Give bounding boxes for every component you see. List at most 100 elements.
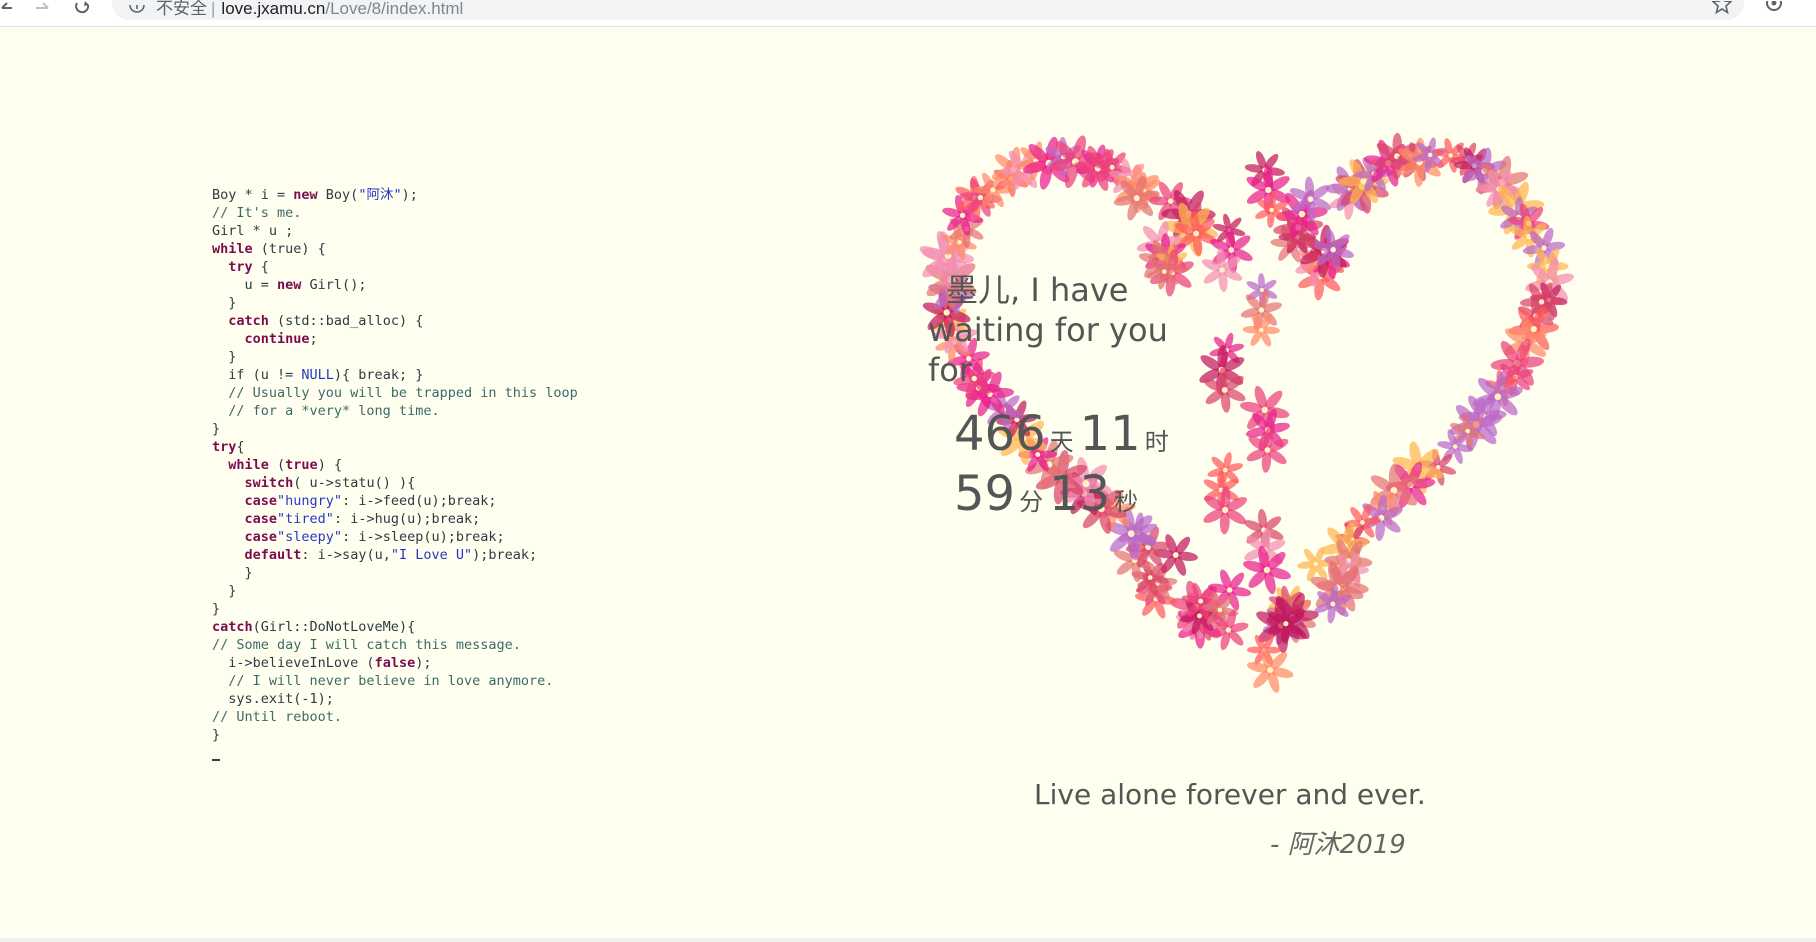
code-line: if (u != NULL){ break; } — [212, 366, 578, 384]
code-token: } — [212, 601, 221, 617]
url-host: love.jxamu.cn — [221, 0, 326, 18]
code-token: { — [252, 259, 269, 275]
code-line: Girl * u ; — [212, 222, 578, 240]
code-token: Boy * i = — [212, 187, 294, 203]
bottom-divider — [0, 938, 1816, 942]
code-line: i->believeInLove (false); — [212, 654, 578, 672]
code-token: false — [374, 655, 416, 671]
forward-icon[interactable] — [32, 0, 58, 14]
code-token: u = — [212, 277, 278, 293]
code-line: // for a *very* long time. — [212, 402, 578, 420]
code-token: catch — [228, 313, 269, 329]
code-token: sys.exit(-1); — [212, 691, 334, 707]
code-token: "阿沐" — [358, 187, 402, 203]
message-line-1: 墨儿, I have — [946, 271, 1129, 309]
code-line: // Usually you will be trapped in this l… — [212, 384, 578, 402]
code-line: } — [212, 582, 578, 600]
code-token: Girl * u ; — [212, 223, 294, 239]
code-token: "sleepy" — [277, 529, 343, 545]
code-token: ; — [309, 331, 318, 347]
reload-icon[interactable] — [72, 0, 98, 14]
code-token: { — [236, 439, 245, 455]
code-token: ( u->statu() ){ — [293, 475, 416, 491]
extension-icon[interactable] — [1764, 0, 1784, 14]
code-token: catch — [212, 619, 253, 635]
code-token: NULL — [301, 367, 334, 383]
code-line: // Until reboot. — [212, 708, 578, 726]
love-message: 墨儿, I have waiting for you for — [928, 270, 1228, 390]
code-token: } — [212, 421, 221, 437]
code-token: case — [244, 529, 278, 545]
code-line: u = new Girl(); — [212, 276, 578, 294]
code-line: while (true) { — [212, 456, 578, 474]
code-line: } — [212, 294, 578, 312]
code-token: while — [228, 457, 269, 473]
code-token: "hungry" — [277, 493, 343, 509]
code-token: Boy( — [317, 187, 359, 203]
code-token: try — [228, 259, 253, 275]
back-icon[interactable] — [0, 0, 26, 14]
code-token: ) { — [317, 457, 343, 473]
counter-row-days-hours: 466 天 11 时 — [954, 404, 1284, 464]
code-token: while — [212, 241, 253, 257]
code-token: default — [244, 547, 302, 563]
message-line-2: waiting for you — [928, 311, 1168, 349]
code-token: (std::bad_alloc) { — [268, 313, 424, 329]
code-token: ( — [268, 457, 286, 473]
code-line: default: i->say(u,"I Love U");break; — [212, 546, 578, 564]
code-token: : i->say(u, — [301, 547, 391, 563]
url-text[interactable]: 不安全 | love.jxamu.cn/Love/8/index.html — [156, 0, 463, 20]
seconds-value: 13 — [1049, 466, 1111, 522]
text-cursor — [212, 759, 220, 761]
security-label: 不安全 — [156, 0, 207, 18]
code-token: : i->hug(u);break; — [333, 511, 481, 527]
code-line: Boy * i = new Boy("阿沐"); — [212, 186, 578, 204]
code-line: continue; — [212, 330, 578, 348]
browser-toolbar: 不安全 | love.jxamu.cn/Love/8/index.html — [0, 0, 1816, 27]
info-icon[interactable] — [128, 0, 146, 18]
code-line: try{ — [212, 438, 578, 456]
code-line: // It's me. — [212, 204, 578, 222]
code-token: case — [244, 493, 278, 509]
code-token: new — [293, 187, 318, 203]
code-line: } — [212, 420, 578, 438]
code-token: switch — [244, 475, 294, 491]
days-unit: 天 — [1049, 428, 1074, 456]
code-line: case"hungry": i->feed(u);break; — [212, 492, 578, 510]
code-token: try — [212, 439, 237, 455]
star-icon[interactable] — [1711, 0, 1733, 15]
code-token: } — [212, 727, 221, 743]
code-token: // Usually you will be trapped in this l… — [212, 385, 578, 401]
code-line: } — [212, 348, 578, 366]
elapsed-time-counter: 466 天 11 时 59 分 13 秒 — [954, 404, 1284, 524]
address-bar[interactable]: 不安全 | love.jxamu.cn/Love/8/index.html — [112, 0, 1744, 20]
code-token: } — [212, 565, 253, 581]
code-token: continue — [244, 331, 310, 347]
message-line-3: for — [928, 351, 972, 389]
code-token: i->believeInLove ( — [212, 655, 375, 671]
counter-row-minutes-seconds: 59 分 13 秒 — [954, 464, 1284, 524]
code-token: // I will never believe in love anymore. — [212, 673, 554, 689]
code-line: case"tired": i->hug(u);break; — [212, 510, 578, 528]
code-token: if (u != — [212, 367, 302, 383]
code-line: switch( u->statu() ){ — [212, 474, 578, 492]
code-token: : i->sleep(u);break; — [342, 529, 505, 545]
code-token: ); — [415, 655, 432, 671]
hours-value: 11 — [1079, 406, 1141, 462]
code-line: } — [212, 564, 578, 582]
code-line: } — [212, 726, 578, 744]
code-line: while (true) { — [212, 240, 578, 258]
code-token: } — [212, 349, 237, 365]
code-line: catch (std::bad_alloc) { — [212, 312, 578, 330]
minutes-unit: 分 — [1019, 488, 1044, 516]
code-line: sys.exit(-1); — [212, 690, 578, 708]
